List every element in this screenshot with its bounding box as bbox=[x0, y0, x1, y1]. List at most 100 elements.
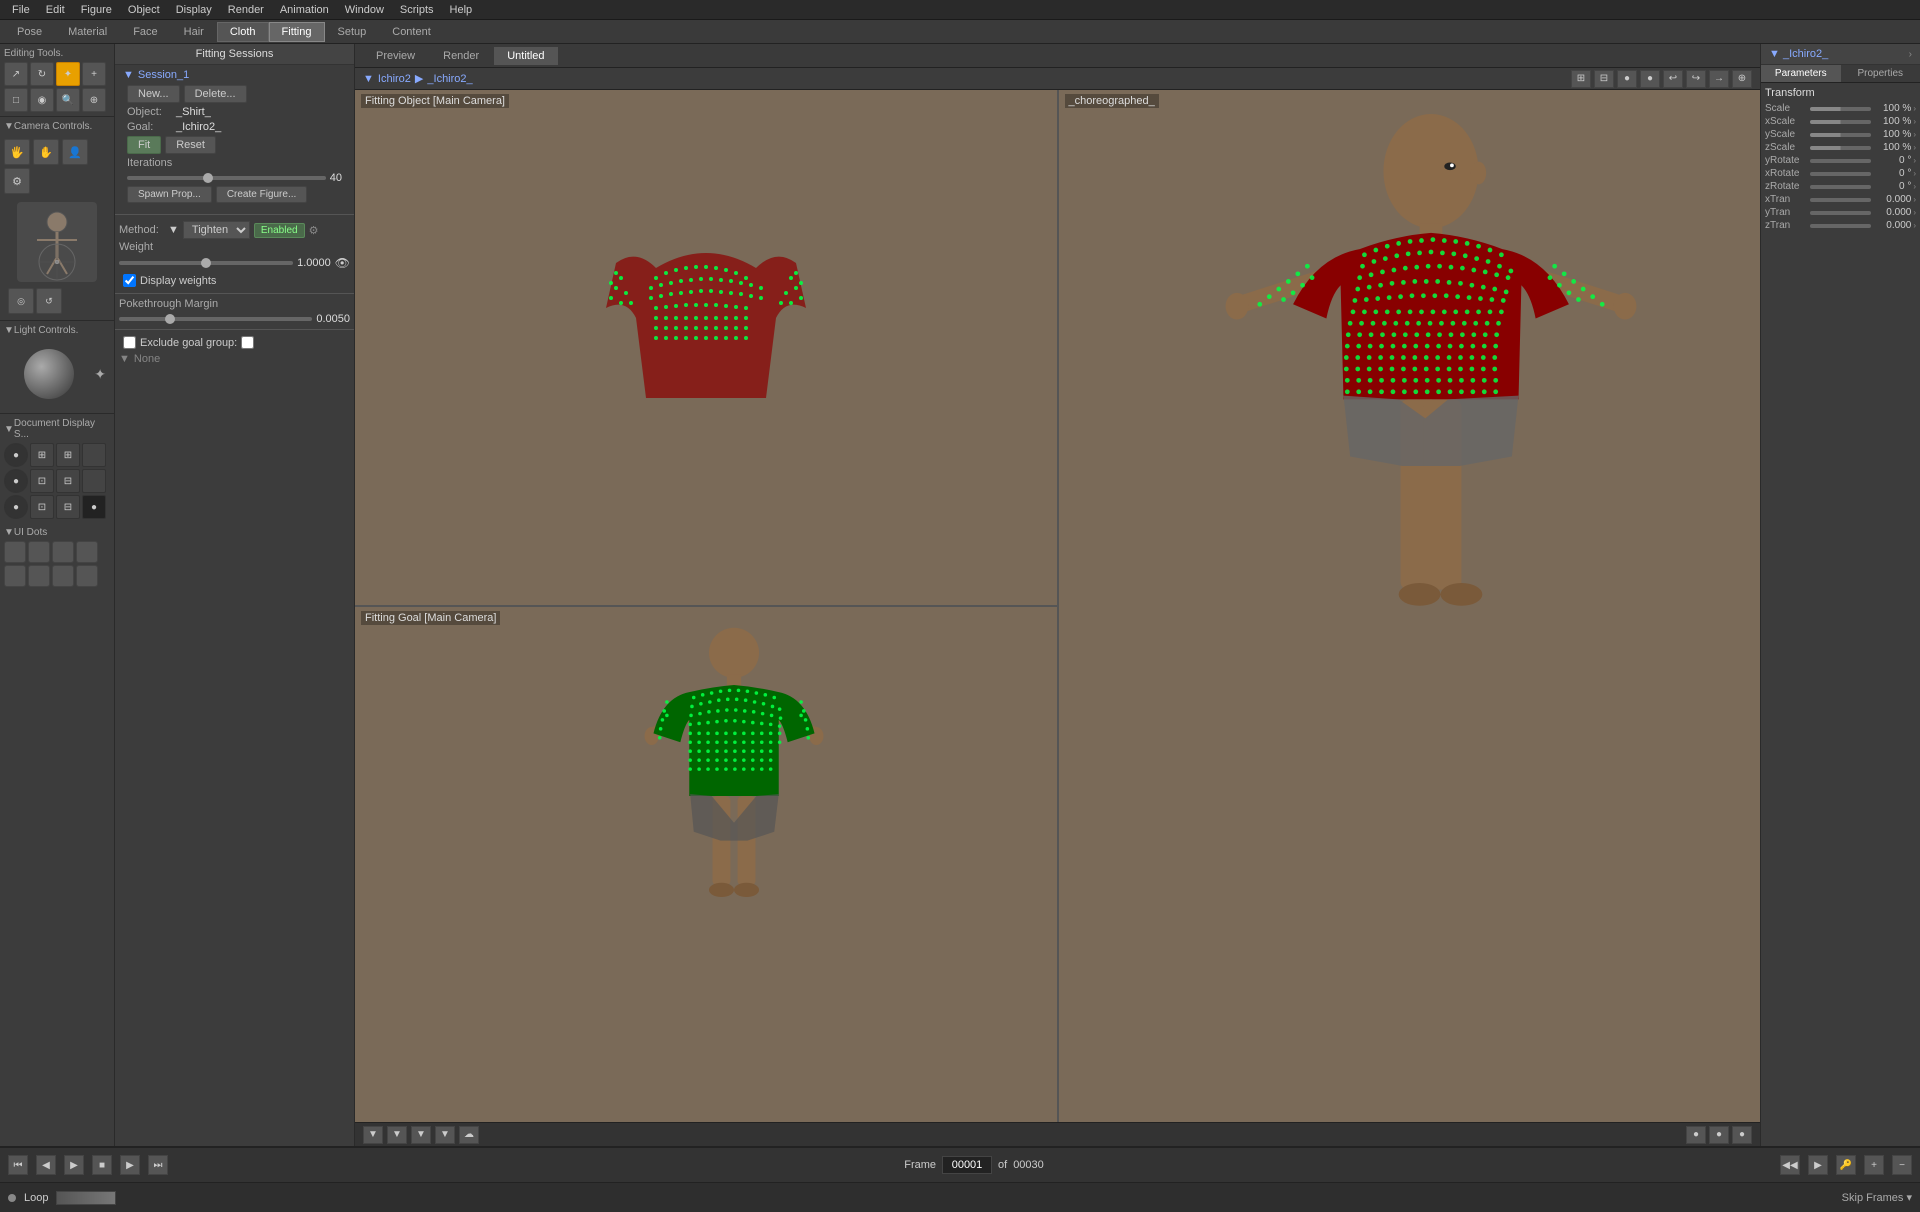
tool-btn-7[interactable]: 🔍 bbox=[56, 88, 80, 112]
zrotate-slider[interactable] bbox=[1810, 185, 1871, 189]
method-select[interactable]: Tighten bbox=[183, 221, 250, 239]
menu-scripts[interactable]: Scripts bbox=[392, 2, 442, 18]
vp-bottom-ctrl-1[interactable]: ▼ bbox=[363, 1126, 383, 1144]
vp-bottom-right-3[interactable]: ● bbox=[1732, 1126, 1752, 1144]
pokethru-slider[interactable] bbox=[119, 317, 312, 321]
yrotate-slider[interactable] bbox=[1810, 159, 1871, 163]
cam-extra-1[interactable]: ◎ bbox=[8, 288, 34, 314]
exclude-goal-checkbox[interactable] bbox=[123, 336, 136, 349]
transport-right-1[interactable]: ◀◀ bbox=[1780, 1155, 1800, 1175]
menu-edit[interactable]: Edit bbox=[38, 2, 73, 18]
settings-icon[interactable]: ⚙ bbox=[309, 224, 319, 237]
cam-right-hand[interactable]: ✋ bbox=[33, 139, 59, 165]
skip-frames-label[interactable]: Skip Frames ▾ bbox=[1842, 1191, 1912, 1204]
transport-right-2[interactable]: ▶ bbox=[1808, 1155, 1828, 1175]
new-button[interactable]: New... bbox=[127, 85, 180, 103]
vp-bottom-ctrl-2[interactable]: ▼ bbox=[387, 1126, 407, 1144]
xtran-arrow[interactable]: › bbox=[1913, 195, 1916, 204]
xrotate-arrow[interactable]: › bbox=[1913, 169, 1916, 178]
right-tab-parameters[interactable]: Parameters bbox=[1761, 65, 1841, 82]
dot-5[interactable] bbox=[4, 565, 26, 587]
tool-btn-1[interactable]: ↗ bbox=[4, 62, 28, 86]
vp-tab-preview[interactable]: Preview bbox=[363, 47, 428, 65]
doc-btn-1[interactable]: ● bbox=[4, 443, 28, 467]
xtran-slider[interactable] bbox=[1810, 198, 1871, 202]
tab-material[interactable]: Material bbox=[55, 22, 120, 42]
transport-right-minus[interactable]: − bbox=[1892, 1155, 1912, 1175]
menu-help[interactable]: Help bbox=[442, 2, 481, 18]
transport-stop[interactable]: ■ bbox=[92, 1155, 112, 1175]
tool-btn-4[interactable]: + bbox=[82, 62, 106, 86]
breadcrumb-item-2[interactable]: _Ichiro2_ bbox=[427, 73, 472, 85]
cam-settings[interactable]: ⚙ bbox=[4, 168, 30, 194]
transport-play[interactable]: ▶ bbox=[64, 1155, 84, 1175]
viewport-top-left[interactable]: Fitting Object [Main Camera] bbox=[355, 90, 1057, 607]
doc-btn-12[interactable]: ● bbox=[82, 495, 106, 519]
doc-btn-6[interactable]: ⊡ bbox=[30, 469, 54, 493]
vp-icon-1[interactable]: ⊞ bbox=[1571, 70, 1591, 88]
ytran-slider[interactable] bbox=[1810, 211, 1871, 215]
weight-slider[interactable] bbox=[119, 261, 293, 265]
right-panel-expand[interactable]: › bbox=[1909, 49, 1912, 60]
breadcrumb-item-1[interactable]: Ichiro2 bbox=[378, 73, 411, 85]
vp-icon-7[interactable]: → bbox=[1709, 70, 1729, 88]
xrotate-slider[interactable] bbox=[1810, 172, 1871, 176]
transport-right-plus[interactable]: + bbox=[1864, 1155, 1884, 1175]
transport-skip-start[interactable]: ⏮ bbox=[8, 1155, 28, 1175]
right-panel-title-arrow[interactable]: ▼ bbox=[1769, 48, 1780, 60]
transport-prev-frame[interactable]: ◀ bbox=[36, 1155, 56, 1175]
tab-setup[interactable]: Setup bbox=[325, 22, 380, 42]
dot-3[interactable] bbox=[52, 541, 74, 563]
menu-render[interactable]: Render bbox=[220, 2, 272, 18]
weight-eye-icon[interactable]: 👁 bbox=[335, 256, 350, 270]
transport-right-key[interactable]: 🔑 bbox=[1836, 1155, 1856, 1175]
vp-bottom-right-2[interactable]: ● bbox=[1709, 1126, 1729, 1144]
cam-figure[interactable]: 👤 bbox=[62, 139, 88, 165]
vp-bottom-ctrl-3[interactable]: ▼ bbox=[411, 1126, 431, 1144]
tool-btn-6[interactable]: ◉ bbox=[30, 88, 54, 112]
delete-button[interactable]: Delete... bbox=[184, 85, 247, 103]
menu-figure[interactable]: Figure bbox=[73, 2, 120, 18]
zscale-arrow[interactable]: › bbox=[1913, 143, 1916, 152]
ztran-slider[interactable] bbox=[1810, 224, 1871, 228]
menu-display[interactable]: Display bbox=[168, 2, 220, 18]
ytran-arrow[interactable]: › bbox=[1913, 208, 1916, 217]
dot-2[interactable] bbox=[28, 541, 50, 563]
right-tab-properties[interactable]: Properties bbox=[1841, 65, 1920, 82]
collapse-uidots-icon[interactable]: ▼ bbox=[4, 527, 14, 538]
tool-btn-8[interactable]: ⊕ bbox=[82, 88, 106, 112]
vp-icon-2[interactable]: ⊟ bbox=[1594, 70, 1614, 88]
create-figure-button[interactable]: Create Figure... bbox=[216, 186, 307, 203]
doc-btn-2[interactable]: ⊞ bbox=[30, 443, 54, 467]
cam-left-hand[interactable]: 🖐 bbox=[4, 139, 30, 165]
yscale-slider[interactable] bbox=[1810, 133, 1871, 137]
light-ball[interactable] bbox=[24, 349, 74, 399]
vp-bottom-ctrl-5[interactable]: ☁ bbox=[459, 1126, 479, 1144]
dot-4[interactable] bbox=[76, 541, 98, 563]
iterations-slider[interactable] bbox=[127, 176, 326, 180]
method-collapse-icon[interactable]: ▼ bbox=[168, 224, 179, 236]
doc-btn-5[interactable]: ● bbox=[4, 469, 28, 493]
frame-current[interactable]: 00001 bbox=[942, 1156, 992, 1174]
vp-icon-5[interactable]: ↩ bbox=[1663, 70, 1683, 88]
spawn-prop-button[interactable]: Spawn Prop... bbox=[127, 186, 212, 203]
menu-object[interactable]: Object bbox=[120, 2, 168, 18]
tab-face[interactable]: Face bbox=[120, 22, 170, 42]
dot-1[interactable] bbox=[4, 541, 26, 563]
zrotate-arrow[interactable]: › bbox=[1913, 182, 1916, 191]
loop-range-indicator[interactable] bbox=[56, 1191, 116, 1205]
scale-arrow[interactable]: › bbox=[1913, 104, 1916, 113]
doc-btn-3[interactable]: ⊞ bbox=[56, 443, 80, 467]
tool-btn-2[interactable]: ↻ bbox=[30, 62, 54, 86]
tab-content[interactable]: Content bbox=[379, 22, 444, 42]
tool-btn-5[interactable]: □ bbox=[4, 88, 28, 112]
doc-btn-9[interactable]: ● bbox=[4, 495, 28, 519]
vp-icon-4[interactable]: ● bbox=[1640, 70, 1660, 88]
dot-6[interactable] bbox=[28, 565, 50, 587]
session-collapse-icon[interactable]: ▼ bbox=[123, 69, 134, 81]
collapse-doc-icon[interactable]: ▼ bbox=[4, 424, 14, 435]
tab-hair[interactable]: Hair bbox=[171, 22, 217, 42]
tab-pose[interactable]: Pose bbox=[4, 22, 55, 42]
tab-fitting[interactable]: Fitting bbox=[269, 22, 325, 42]
yrotate-arrow[interactable]: › bbox=[1913, 156, 1916, 165]
